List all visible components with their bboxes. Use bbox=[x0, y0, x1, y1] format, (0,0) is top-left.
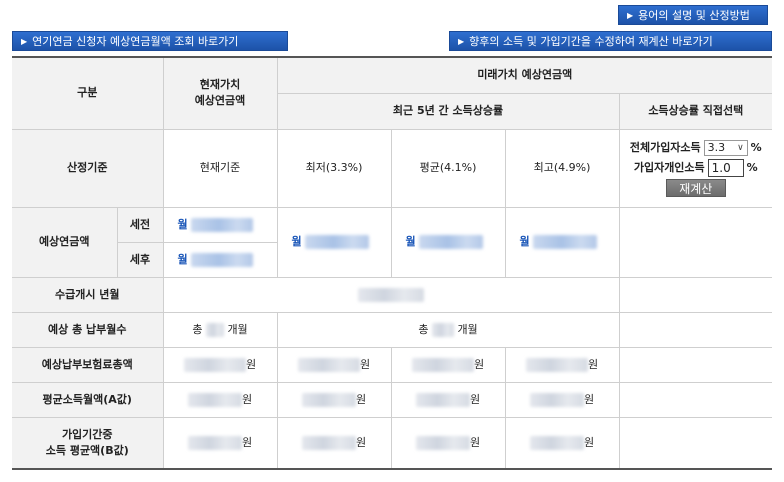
direct-income-b-cell bbox=[618, 416, 773, 470]
start-date-cell bbox=[162, 276, 620, 313]
future-avg-pension-cell: 월 bbox=[390, 206, 506, 278]
present-income-a-cell: 원 bbox=[162, 381, 278, 418]
recalculate-button[interactable]: 재계산 bbox=[665, 179, 726, 197]
personal-income-row: 가입자개인소득 1.0 % bbox=[633, 159, 758, 177]
redacted-value bbox=[183, 357, 246, 372]
avg-income-b-cell: 원 bbox=[390, 416, 506, 470]
redacted-value bbox=[301, 392, 356, 407]
arrow-right-icon: ▶ bbox=[627, 11, 634, 20]
direct-select-controls: 전체가입자소득 3.3 ∨ % 가입자개인소득 1.0 % 재계산 bbox=[618, 128, 773, 208]
basis-avg: 평균(4.1%) bbox=[390, 128, 506, 208]
redacted-value bbox=[187, 435, 242, 450]
max-income-a-cell: 원 bbox=[504, 381, 620, 418]
redacted-value bbox=[525, 357, 588, 372]
redacted-value bbox=[297, 357, 360, 372]
deferred-pension-lookup-button[interactable]: ▶ 연기연금 신청자 예상연금월액 조회 바로가기 bbox=[12, 31, 288, 51]
avg-income-a-cell: 원 bbox=[390, 381, 506, 418]
recalculate-link-button[interactable]: ▶ 향후의 소득 및 가입기간을 수정하여 재계산 바로가기 bbox=[449, 31, 772, 51]
basis-current: 현재기준 bbox=[162, 128, 278, 208]
redacted-value bbox=[187, 392, 242, 407]
terms-explanation-button[interactable]: ▶ 용어의 설명 및 산정방법 bbox=[618, 5, 768, 25]
redacted-value bbox=[358, 287, 424, 302]
total-income-label: 전체가입자소득 bbox=[629, 141, 701, 154]
redacted-value bbox=[305, 235, 370, 249]
redacted-value bbox=[191, 252, 254, 267]
header-present-value: 현재가치 예상연금액 bbox=[162, 56, 278, 130]
direct-income-a-cell bbox=[618, 381, 773, 418]
redacted-value bbox=[415, 392, 470, 407]
redacted-value bbox=[415, 435, 470, 450]
personal-income-input[interactable]: 1.0 bbox=[707, 159, 744, 177]
row-label-start-date: 수급개시 년월 bbox=[12, 276, 164, 313]
future-min-pension-cell: 월 bbox=[276, 206, 392, 278]
redacted-value bbox=[411, 357, 474, 372]
present-total-months-cell: 총 개월 bbox=[162, 311, 278, 348]
redacted-value bbox=[205, 322, 224, 337]
total-income-row: 전체가입자소득 3.3 ∨ % bbox=[629, 140, 762, 156]
row-label-premium-total: 예상납부보험료총액 bbox=[12, 346, 164, 383]
row-label-expected-pension: 예상연금액 bbox=[12, 206, 118, 278]
redacted-value bbox=[191, 217, 254, 232]
present-post-tax-cell: 월 bbox=[162, 241, 277, 278]
row-label-avg-income-a: 평균소득월액(A값) bbox=[12, 381, 164, 418]
label-post-tax: 세후 bbox=[117, 241, 164, 278]
present-income-b-cell: 원 bbox=[162, 416, 278, 470]
future-max-pension-cell: 월 bbox=[504, 206, 620, 278]
min-income-b-cell: 원 bbox=[276, 416, 392, 470]
min-premium-cell: 원 bbox=[276, 346, 392, 383]
label-pre-tax: 세전 bbox=[116, 206, 164, 243]
header-category: 구분 bbox=[12, 56, 164, 130]
row-label-basis: 산정기준 bbox=[12, 128, 164, 208]
arrow-right-icon: ▶ bbox=[21, 37, 28, 46]
present-pre-tax-cell: 월 bbox=[162, 206, 278, 243]
chevron-down-icon: ∨ bbox=[737, 143, 744, 153]
redacted-value bbox=[529, 392, 584, 407]
redacted-value bbox=[533, 235, 598, 249]
header-future-value: 미래가치 예상연금액 bbox=[276, 56, 773, 94]
header-direct-select: 소득상승률 직접선택 bbox=[618, 92, 773, 130]
future-total-months-cell: 총 개월 bbox=[276, 311, 620, 348]
max-income-b-cell: 원 bbox=[504, 416, 620, 470]
redacted-value bbox=[301, 435, 356, 450]
direct-start-date-cell bbox=[618, 276, 773, 313]
redacted-value bbox=[529, 435, 584, 450]
header-recent-5yr-rate: 최근 5년 간 소득상승률 bbox=[277, 92, 620, 130]
row-label-avg-income-b: 가입기간중 소득 평균액(B값) bbox=[12, 416, 164, 470]
row-label-total-months: 예상 총 납부월수 bbox=[12, 311, 164, 348]
direct-pension-cell bbox=[618, 206, 773, 278]
redacted-value bbox=[431, 322, 454, 337]
min-income-a-cell: 원 bbox=[276, 381, 392, 418]
max-premium-cell: 원 bbox=[504, 346, 620, 383]
basis-max: 최고(4.9%) bbox=[504, 128, 620, 208]
avg-premium-cell: 원 bbox=[390, 346, 506, 383]
total-income-select[interactable]: 3.3 ∨ bbox=[703, 140, 748, 156]
present-premium-cell: 원 bbox=[162, 346, 278, 383]
direct-total-months-cell bbox=[618, 311, 773, 348]
arrow-right-icon: ▶ bbox=[458, 37, 465, 46]
redacted-value bbox=[419, 235, 484, 249]
basis-min: 최저(3.3%) bbox=[276, 128, 392, 208]
direct-premium-cell bbox=[618, 346, 773, 383]
personal-income-label: 가입자개인소득 bbox=[633, 161, 705, 174]
pension-estimate-table: 구분 현재가치 예상연금액 미래가치 예상연금액 최근 5년 간 소득상승률 소… bbox=[12, 56, 773, 470]
